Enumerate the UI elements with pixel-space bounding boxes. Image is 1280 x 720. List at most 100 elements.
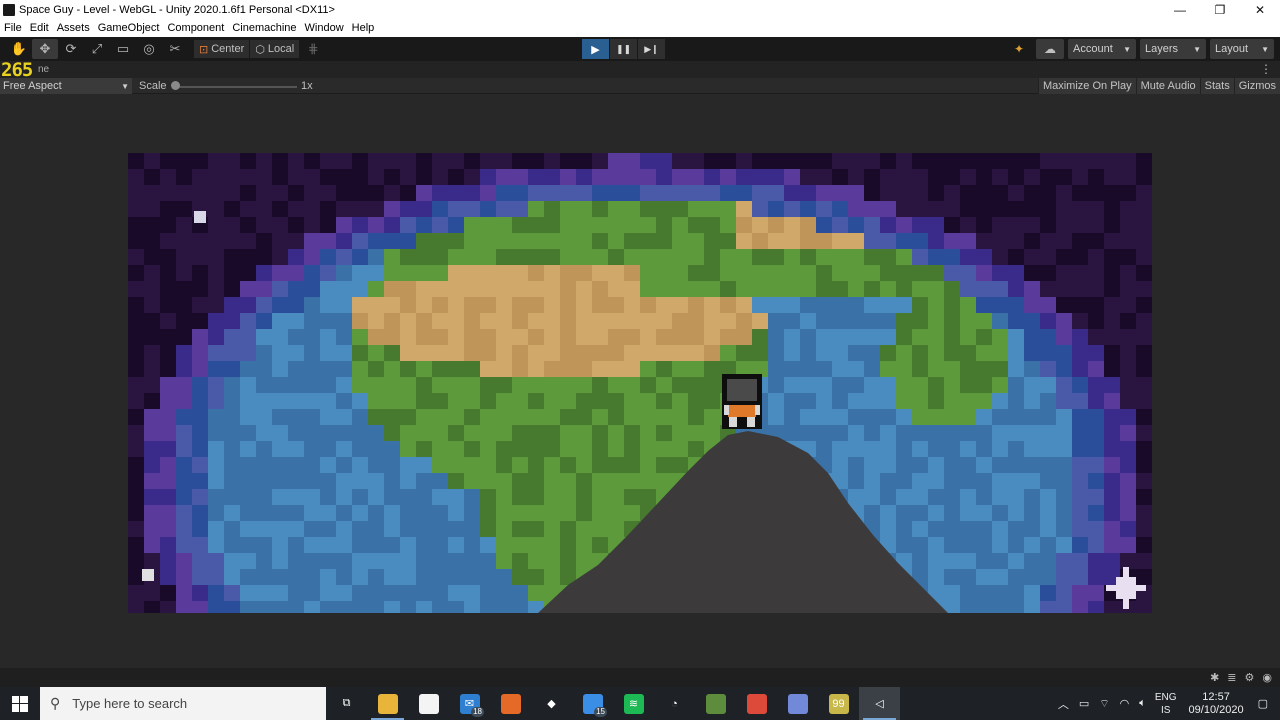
network-icon[interactable]: ⌔ <box>1094 697 1114 711</box>
planet-pixel <box>816 185 832 201</box>
notes-icon[interactable]: 99 <box>818 687 859 720</box>
planet-pixel <box>816 217 832 233</box>
notification-icon[interactable]: ▢ <box>1252 697 1280 710</box>
planet-pixel <box>176 553 192 569</box>
gizmos-button[interactable]: Gizmos <box>1233 78 1280 94</box>
collab-icon[interactable]: ✦ <box>1006 39 1032 59</box>
planet-pixel <box>128 313 144 329</box>
planet-pixel <box>592 489 608 505</box>
stats-button[interactable]: Stats <box>1199 78 1234 94</box>
menu-edit[interactable]: Edit <box>26 22 53 34</box>
phone-icon[interactable]: 15 <box>572 687 613 720</box>
taskbar-search[interactable]: ⚲ Type here to search <box>40 687 326 720</box>
rotate-tool-icon[interactable]: ⟳ <box>58 39 84 59</box>
mail-icon[interactable]: ✉ 18 <box>449 687 490 720</box>
planet-pixel <box>864 249 880 265</box>
tab-game[interactable]: ne <box>38 64 49 75</box>
grid-snap-icon[interactable]: ⋕ <box>300 39 326 59</box>
task-view-icon[interactable]: ⧉ <box>326 687 367 720</box>
planet-pixel <box>288 425 304 441</box>
menu-gameobject[interactable]: GameObject <box>94 22 164 34</box>
minimize-button[interactable]: — <box>1160 0 1200 19</box>
minecraft-icon[interactable] <box>695 687 736 720</box>
rect-tool-icon[interactable]: ▭ <box>110 39 136 59</box>
transform-tool-icon[interactable]: ◎ <box>136 39 162 59</box>
planet-pixel <box>880 217 896 233</box>
custom-tool-icon[interactable]: ✂ <box>162 39 188 59</box>
planet-pixel <box>640 409 656 425</box>
pivot-rotation-button[interactable]: ⬡ Local <box>250 40 301 58</box>
spotify-icon[interactable]: ≋ <box>613 687 654 720</box>
scale-tool-icon[interactable]: ⤢ <box>84 39 110 59</box>
debug-icon[interactable]: ✱ <box>1210 671 1219 684</box>
lighting-icon[interactable]: ⚙ <box>1245 671 1255 684</box>
planet-pixel <box>832 329 848 345</box>
more-options-icon[interactable]: ⋮ <box>1260 62 1272 76</box>
dropbox-icon[interactable]: ◆ <box>531 687 572 720</box>
planet-pixel <box>320 473 336 489</box>
wifi-icon[interactable]: ◠ <box>1115 697 1135 710</box>
battery-icon[interactable]: ▭ <box>1074 697 1094 710</box>
move-tool-icon[interactable]: ✥ <box>32 39 58 59</box>
file-explorer-icon[interactable] <box>367 687 408 720</box>
store-icon[interactable] <box>408 687 449 720</box>
planet-pixel <box>624 329 640 345</box>
close-button[interactable]: ✕ <box>1240 0 1280 19</box>
planet-pixel <box>496 217 512 233</box>
planet-pixel <box>144 313 160 329</box>
planet-pixel <box>128 185 144 201</box>
pivot-center-button[interactable]: ⊡ Center <box>194 40 251 58</box>
planet-pixel <box>464 153 480 169</box>
planet-pixel <box>576 281 592 297</box>
speedometer-icon[interactable]: ◔ <box>654 687 695 720</box>
menu-help[interactable]: Help <box>348 22 379 34</box>
planet-pixel <box>432 537 448 553</box>
maximize-on-play-button[interactable]: Maximize On Play <box>1037 78 1136 94</box>
planet-pixel <box>880 281 896 297</box>
planet-pixel <box>704 377 720 393</box>
planet-pixel <box>560 489 576 505</box>
menu-file[interactable]: File <box>0 22 26 34</box>
layers-dropdown[interactable]: Layers ▼ <box>1140 39 1206 59</box>
planet-pixel <box>416 217 432 233</box>
mute-audio-button[interactable]: Mute Audio <box>1135 78 1200 94</box>
check-icon[interactable]: ◉ <box>1262 671 1272 684</box>
system-clock[interactable]: 12:57 09/10/2020 <box>1181 691 1252 717</box>
start-button[interactable] <box>0 687 40 720</box>
planet-pixel <box>336 409 352 425</box>
planet-pixel <box>368 521 384 537</box>
scale-slider-thumb[interactable] <box>171 81 180 90</box>
discord-icon[interactable] <box>777 687 818 720</box>
step-button[interactable]: ▶❙ <box>638 39 665 59</box>
volume-icon[interactable]: 🔈︎ <box>1134 697 1151 710</box>
menu-window[interactable]: Window <box>301 22 348 34</box>
planet-pixel <box>928 505 944 521</box>
maximize-button[interactable]: ❐ <box>1200 0 1240 19</box>
scale-slider-track[interactable] <box>175 86 297 88</box>
game-viewport[interactable] <box>128 153 1152 613</box>
planet-pixel <box>1024 601 1040 613</box>
pause-button[interactable]: ❚❚ <box>610 39 637 59</box>
planet-pixel <box>384 553 400 569</box>
language-indicator[interactable]: ENG IS <box>1151 691 1181 717</box>
layout-dropdown[interactable]: Layout ▼ <box>1210 39 1274 59</box>
account-dropdown[interactable]: Account ▼ <box>1068 39 1136 59</box>
planet-pixel <box>656 425 672 441</box>
firefox-icon[interactable] <box>490 687 531 720</box>
planet-pixel <box>416 409 432 425</box>
menu-assets[interactable]: Assets <box>53 22 94 34</box>
play-button[interactable]: ▶ <box>582 39 609 59</box>
planet-pixel <box>528 473 544 489</box>
hand-tool-icon[interactable]: ✋ <box>6 39 32 59</box>
cloud-icon[interactable]: ☁ <box>1036 39 1064 59</box>
chevron-up-icon[interactable]: ︿ <box>1053 696 1074 712</box>
chrome-icon[interactable] <box>736 687 777 720</box>
planet-pixel <box>800 169 816 185</box>
menu-component[interactable]: Component <box>163 22 228 34</box>
planet-pixel <box>320 313 336 329</box>
menu-cinemachine[interactable]: Cinemachine <box>228 22 300 34</box>
layers-icon[interactable]: ≣ <box>1227 671 1236 684</box>
unity-icon[interactable]: ◁ <box>859 687 900 720</box>
search-icon: ⚲ <box>50 695 61 711</box>
planet-pixel <box>384 393 400 409</box>
